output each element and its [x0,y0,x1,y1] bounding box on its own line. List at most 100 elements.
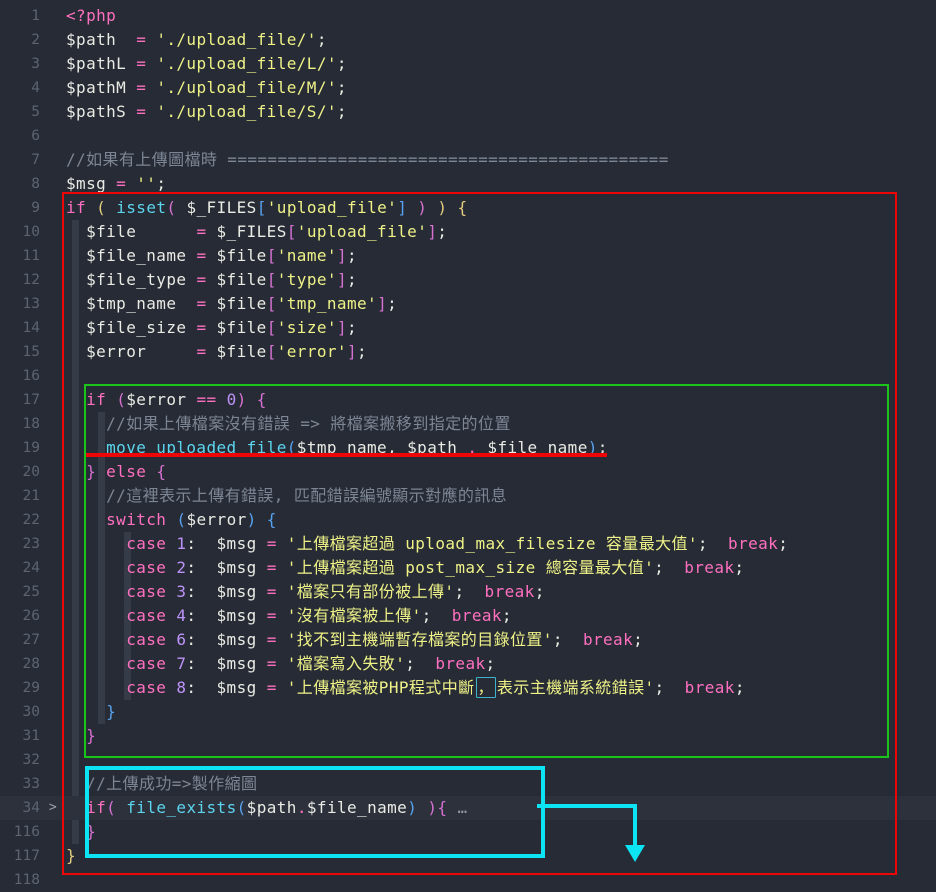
line-number[interactable]: 19 [0,436,40,460]
line-number[interactable]: 34 [0,796,40,820]
code-line[interactable]: 30 } [0,700,936,724]
line-number[interactable]: 28 [0,652,40,676]
line-number[interactable]: 18 [0,412,40,436]
code-line[interactable]: 4 $pathM = './upload_file/M/'; [0,76,936,100]
line-number[interactable]: 118 [0,868,40,892]
line-number[interactable]: 16 [0,364,40,388]
code-text: $tmp_name = $file['tmp_name']; [66,292,936,316]
code-line[interactable]: 1 <?php [0,4,936,28]
code-text: $file_name = $file['name']; [66,244,936,268]
code-line[interactable]: 25 case 3: $msg = '檔案只有部份被上傳'; break; [0,580,936,604]
fold-gutter-space [40,652,66,676]
line-number[interactable]: 2 [0,28,40,52]
fold-gutter-space [40,292,66,316]
line-number[interactable]: 3 [0,52,40,76]
line-number[interactable]: 22 [0,508,40,532]
code-text: if ($error == 0) { [66,388,936,412]
code-line[interactable]: 116 } [0,820,936,844]
code-line[interactable]: 28 case 7: $msg = '檔案寫入失敗'; break; [0,652,936,676]
code-line[interactable]: 15 $error = $file['error']; [0,340,936,364]
code-line[interactable]: 22 switch ($error) { [0,508,936,532]
line-number[interactable]: 14 [0,316,40,340]
code-line[interactable]: 20 } else { [0,460,936,484]
line-number[interactable]: 29 [0,676,40,700]
code-line[interactable]: 24 case 2: $msg = '上傳檔案超過 post_max_size … [0,556,936,580]
line-number[interactable]: 117 [0,844,40,868]
line-number[interactable]: 21 [0,484,40,508]
line-number[interactable]: 15 [0,340,40,364]
line-number[interactable]: 116 [0,820,40,844]
line-number[interactable]: 20 [0,460,40,484]
code-line[interactable]: 5 $pathS = './upload_file/S/'; [0,100,936,124]
code-text: //上傳成功=>製作縮圖 [66,772,936,796]
line-number[interactable]: 32 [0,748,40,772]
code-line[interactable]: 13 $tmp_name = $file['tmp_name']; [0,292,936,316]
line-number[interactable]: 17 [0,388,40,412]
fold-chevron-icon[interactable]: > [40,796,66,820]
line-number[interactable]: 23 [0,532,40,556]
code-line[interactable]: 3$pathL = './upload_file/L/'; [0,52,936,76]
code-line[interactable]: 7//如果有上傳圖檔時 ============================… [0,148,936,172]
code-line[interactable]: 117} [0,844,936,868]
line-number[interactable]: 26 [0,604,40,628]
line-number[interactable]: 27 [0,628,40,652]
code-text: $msg = ''; [66,172,936,196]
fold-gutter-space [40,28,66,52]
code-text: if ( isset( $_FILES['upload_file'] ) ) { [66,196,936,220]
line-number[interactable]: 11 [0,244,40,268]
fold-gutter-space [40,364,66,388]
code-line[interactable]: 11 $file_name = $file['name']; [0,244,936,268]
code-text: $file_type = $file['type']; [66,268,936,292]
code-line[interactable]: 29 case 8: $msg = '上傳檔案被PHP程式中斷，表示主機端系統錯… [0,676,936,700]
line-number[interactable]: 7 [0,148,40,172]
code-line[interactable]: 27 case 6: $msg = '找不到主機端暫存檔案的目錄位置'; bre… [0,628,936,652]
code-line[interactable]: 31 } [0,724,936,748]
line-number[interactable]: 4 [0,76,40,100]
line-number[interactable]: 6 [0,124,40,148]
code-line[interactable]: 26 case 4: $msg = '沒有檔案被上傳'; break; [0,604,936,628]
code-line[interactable]: 14 $file_size = $file['size']; [0,316,936,340]
line-number[interactable]: 10 [0,220,40,244]
line-number[interactable]: 8 [0,172,40,196]
code-line[interactable]: 17 if ($error == 0) { [0,388,936,412]
code-text: case 4: $msg = '沒有檔案被上傳'; break; [66,604,936,628]
line-number[interactable]: 33 [0,772,40,796]
fold-gutter-space [40,436,66,460]
code-line[interactable]: 118 [0,868,936,892]
code-line[interactable]: 34> if( file_exists($path.$file_name) ){… [0,796,936,820]
code-line[interactable]: 32 [0,748,936,772]
fold-gutter-space [40,700,66,724]
code-line[interactable]: 23 case 1: $msg = '上傳檔案超過 upload_max_fil… [0,532,936,556]
code-line[interactable]: 6 [0,124,936,148]
code-line[interactable]: 18 //如果上傳檔案沒有錯誤 => 將檔案搬移到指定的位置 [0,412,936,436]
fold-gutter-space [40,844,66,868]
code-line[interactable]: 16 [0,364,936,388]
code-line[interactable]: 9 if ( isset( $_FILES['upload_file'] ) ) … [0,196,936,220]
fold-gutter-space [40,604,66,628]
code-line[interactable]: 2 $path = './upload_file/'; [0,28,936,52]
code-line[interactable]: 12 $file_type = $file['type']; [0,268,936,292]
line-number[interactable]: 5 [0,100,40,124]
code-line[interactable]: 33 //上傳成功=>製作縮圖 [0,772,936,796]
line-number[interactable]: 12 [0,268,40,292]
line-number[interactable]: 9 [0,196,40,220]
line-number[interactable]: 31 [0,724,40,748]
code-line[interactable]: 10 $file = $_FILES['upload_file']; [0,220,936,244]
code-line[interactable]: 19 move_uploaded_file($tmp_name, $path .… [0,436,936,460]
code-text: } [66,700,936,724]
line-number[interactable]: 13 [0,292,40,316]
code-text: move_uploaded_file($tmp_name, $path . $f… [66,436,936,460]
code-text: $path = './upload_file/'; [66,28,936,52]
fold-gutter-space [40,460,66,484]
code-text [66,748,936,772]
code-text: $pathS = './upload_file/S/'; [66,100,936,124]
code-line[interactable]: 8 $msg = ''; [0,172,936,196]
code-text: <?php [66,4,936,28]
line-number[interactable]: 30 [0,700,40,724]
line-number[interactable]: 1 [0,4,40,28]
code-editor[interactable]: 1 <?php 2 $path = './upload_file/';3$pathL … [0,0,936,892]
code-text: $pathM = './upload_file/M/'; [66,76,936,100]
line-number[interactable]: 25 [0,580,40,604]
line-number[interactable]: 24 [0,556,40,580]
code-line[interactable]: 21 //這裡表示上傳有錯誤, 匹配錯誤編號顯示對應的訊息 [0,484,936,508]
